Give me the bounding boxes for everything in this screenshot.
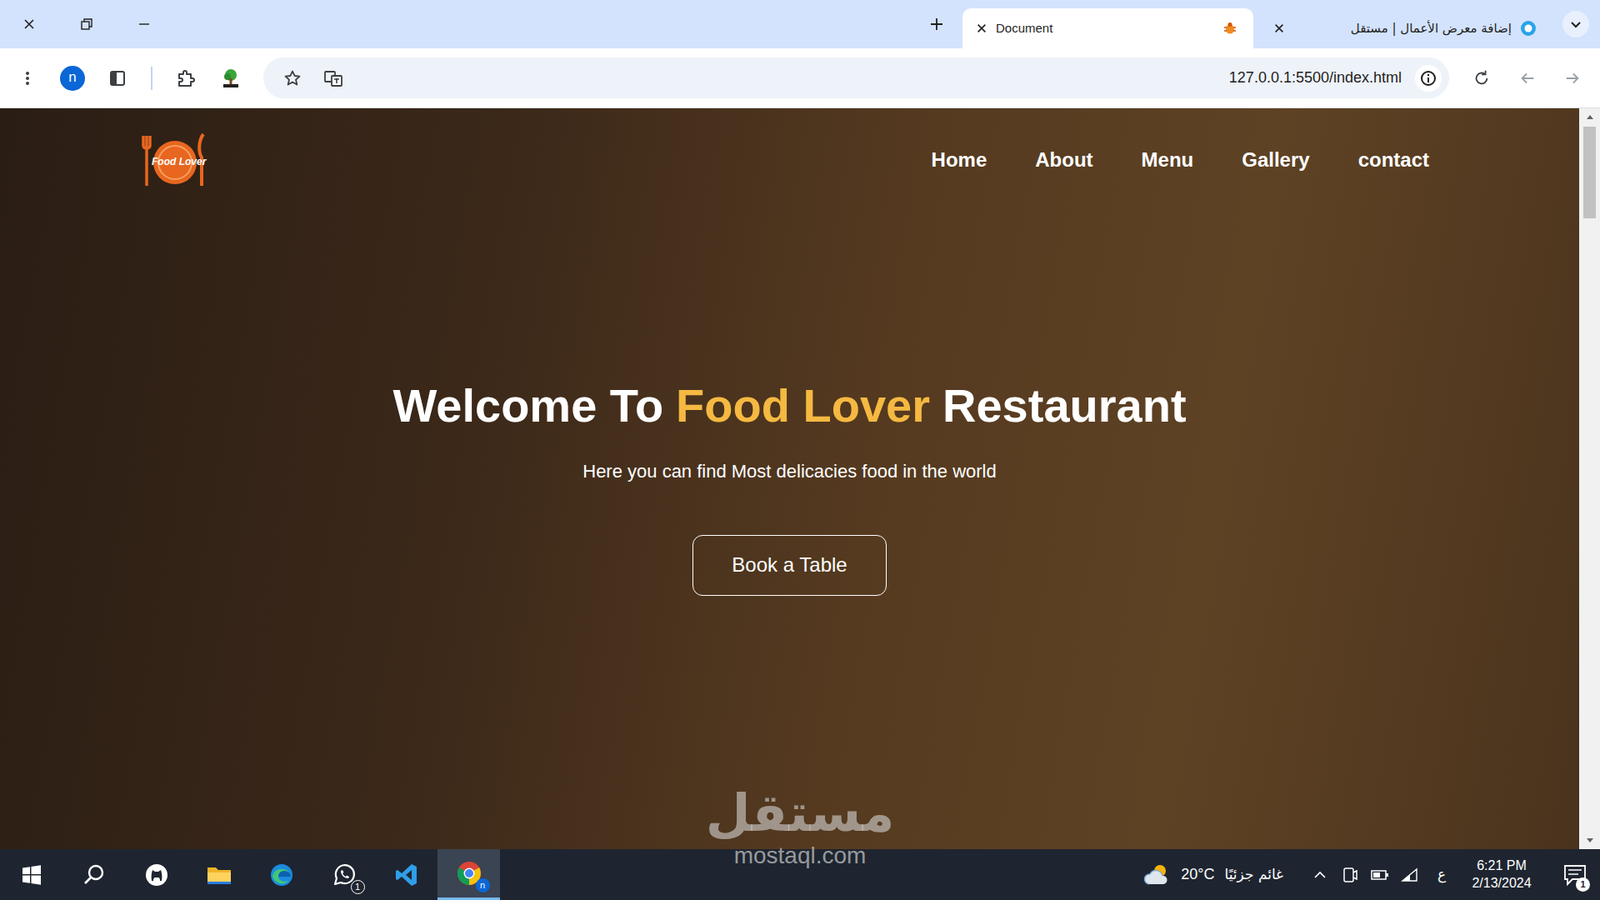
notification-center[interactable]: 1 [1550, 849, 1600, 900]
tab-label[interactable]: Document [995, 19, 1222, 39]
restore-window-icon[interactable] [57, 0, 115, 49]
book-table-button[interactable]: Book a Table [692, 535, 886, 596]
file-explorer-icon[interactable] [205, 860, 234, 890]
minimize-window-icon[interactable] [115, 0, 173, 49]
taskbar-app[interactable] [62, 849, 125, 900]
app-badge: n [475, 878, 490, 893]
logo[interactable]: Food Lover [140, 130, 211, 190]
web-page: Food Lover Home About Menu Gallery contact Wel… [0, 108, 1600, 850]
bug-favicon-icon [1221, 20, 1239, 37]
nav-link[interactable]: contact [1358, 148, 1430, 173]
browser-tab[interactable]: Document [962, 8, 1254, 49]
title-part: Welcome To [392, 377, 664, 434]
weather-condition[interactable]: غائم جزئيًا [1225, 865, 1284, 884]
taskbar-app-icon[interactable]: n [455, 859, 484, 888]
taskbar-app-icon[interactable] [142, 860, 171, 890]
mostaql-favicon-icon [1520, 20, 1537, 37]
show-hidden-icons-icon[interactable] [1305, 858, 1335, 892]
taskbar-app[interactable] [375, 849, 438, 900]
edge-browser-icon[interactable] [267, 860, 296, 890]
taskbar-app[interactable] [0, 849, 63, 900]
toolbar: n 127.0.0.1:5500/index.html [0, 48, 1600, 109]
scroll-thumb[interactable] [1583, 126, 1596, 219]
close-tab-icon[interactable] [1272, 21, 1286, 35]
taskbar: 1n20°Cغائم جزئيًاع6:21 PM2/13/20241 [0, 849, 1600, 900]
hero-title: Welcome ToFood LoverRestaurant [392, 377, 1186, 434]
clock-date[interactable]: 2/13/2024 [1471, 875, 1531, 893]
tab-strip: Document إضافة معرض الأعمال | مستقل [0, 0, 1600, 49]
meet-now-icon[interactable] [1335, 858, 1365, 892]
taskbar-app[interactable] [125, 849, 188, 900]
separator [140, 66, 163, 90]
nav-link[interactable]: Home [931, 148, 988, 173]
watermark-site: mostaql.com [734, 843, 867, 870]
taskbar-app-icon[interactable] [17, 860, 46, 890]
html-tree-extension-icon[interactable] [208, 61, 254, 95]
clock[interactable]: 6:21 PM2/13/2024 [1463, 857, 1540, 893]
address-bar[interactable]: 127.0.0.1:5500/index.html [263, 57, 1450, 99]
profile-avatar[interactable]: n [60, 65, 85, 91]
network-signal-icon[interactable] [1395, 858, 1425, 892]
title-part: Restaurant [942, 377, 1187, 434]
github-icon[interactable] [142, 860, 171, 890]
navbar: Food Lover Home About Menu Gallery contact [0, 108, 1580, 190]
back-arrow-icon[interactable] [1504, 61, 1550, 95]
url-text[interactable]: 127.0.0.1:5500/index.html [343, 66, 1402, 90]
watermark-logo: مستقل [705, 785, 895, 842]
search-icon[interactable] [80, 860, 109, 890]
taskbar-app-icon[interactable] [392, 860, 421, 890]
new-tab-icon[interactable] [921, 9, 952, 40]
battery-icon[interactable] [1365, 858, 1395, 892]
taskbar-app[interactable] [187, 849, 250, 900]
taskbar-app[interactable]: n [437, 849, 500, 900]
side-panel-icon[interactable] [95, 61, 140, 95]
scrollbar[interactable] [1579, 108, 1600, 850]
system-tray: 20°Cغائم جزئيًاع6:21 PM2/13/20241 [1142, 849, 1600, 900]
weather-temp[interactable]: 20°C [1180, 865, 1215, 885]
menu-dots-icon[interactable] [5, 61, 50, 95]
notification-count: 1 [1575, 877, 1590, 892]
scroll-track[interactable] [1579, 125, 1600, 833]
clock-time[interactable]: 6:21 PM [1476, 857, 1527, 875]
nav-link[interactable]: Gallery [1241, 148, 1310, 173]
taskbar-app[interactable] [250, 849, 313, 900]
nav-link[interactable]: About [1035, 148, 1093, 173]
taskbar-app-icon[interactable] [267, 860, 296, 890]
tab-search-icon[interactable] [1562, 10, 1590, 38]
taskbar-app[interactable]: 1 [312, 849, 375, 900]
bookmark-star-icon[interactable] [283, 69, 302, 88]
site-info-icon[interactable] [1415, 65, 1442, 92]
close-window-icon[interactable] [0, 0, 58, 49]
taskbar-app-icon[interactable] [205, 860, 234, 890]
input-language[interactable]: ع [1425, 865, 1459, 884]
logo-text[interactable]: Food Lover [151, 155, 199, 168]
vscode-icon[interactable] [392, 860, 421, 890]
taskbar-app-icon[interactable]: 1 [330, 860, 359, 890]
weather-partly-cloudy-icon[interactable] [1142, 862, 1171, 888]
taskbar-app-icon[interactable] [80, 860, 109, 890]
start-windows-icon[interactable] [17, 860, 46, 890]
nav-menu: Home About Menu Gallery contact [931, 148, 1430, 173]
hero-subtitle: Here you can find Most delicacies food i… [582, 460, 996, 485]
close-tab-icon[interactable] [975, 21, 989, 35]
nav-link[interactable]: Menu [1141, 148, 1195, 173]
weather-widget[interactable]: 20°C غائم جزئيًا [1142, 862, 1284, 888]
title-part: Food Lover [675, 377, 930, 434]
scroll-down-icon[interactable] [1579, 832, 1600, 850]
hero-background: Food Lover Home About Menu Gallery contact Wel… [0, 108, 1580, 850]
hero: Welcome ToFood LoverRestaurant Here you c… [0, 377, 1580, 596]
translate-icon[interactable] [323, 68, 344, 89]
tab-label[interactable]: إضافة معرض الأعمال | مستقل [1285, 19, 1512, 39]
app-badge: 1 [350, 880, 365, 895]
extensions-icon[interactable] [162, 61, 209, 95]
browser-tab[interactable]: إضافة معرض الأعمال | مستقل [1253, 8, 1551, 49]
watermark: مستقلmostaql.com [705, 785, 895, 870]
scroll-up-icon[interactable] [1579, 108, 1600, 125]
profile-button[interactable]: n [50, 65, 95, 91]
forward-arrow-icon[interactable] [1550, 61, 1595, 95]
reload-icon[interactable] [1459, 61, 1505, 95]
